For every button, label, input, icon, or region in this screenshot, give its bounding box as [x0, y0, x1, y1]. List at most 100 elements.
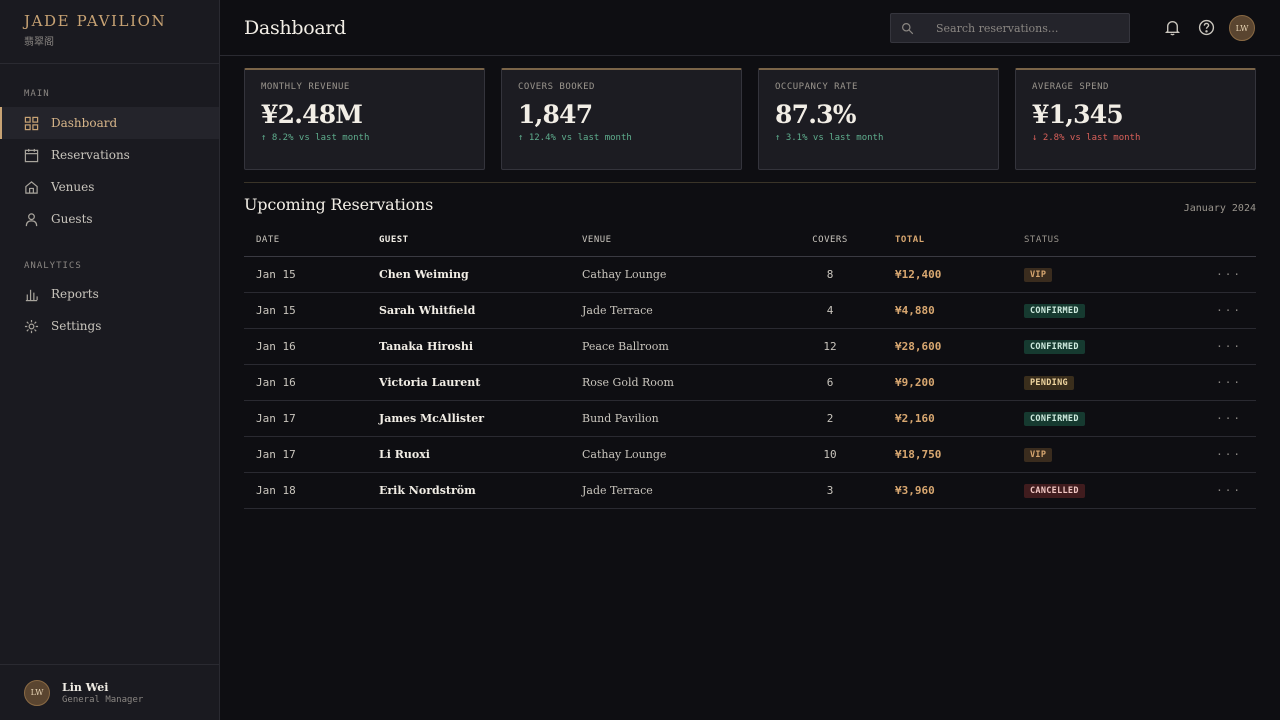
table-row[interactable]: Jan 15 Chen Weiming Cathay Lounge 8 ¥12,400 V… [244, 256, 1256, 293]
user-role: General Manager [62, 694, 144, 705]
search-input[interactable] [936, 21, 1116, 35]
table-row[interactable]: Jan 17 Li Ruoxi Cathay Lounge 10 ¥18,750 VIP ·… [244, 436, 1256, 473]
cell-venue: Peace Ballroom [582, 328, 772, 365]
section-title: Upcoming Reservations [244, 195, 434, 214]
period-label: January 2024 [1183, 203, 1256, 214]
stat-card-monthly-revenue: MONTHLY REVENUE ¥2.48M ↑ 8.2% vs last mo… [244, 68, 485, 170]
cell-venue: Cathay Lounge [582, 256, 772, 293]
cell-guest[interactable]: Sarah Whitfield [379, 292, 582, 329]
status-badge: VIP [1024, 447, 1053, 462]
cell-guest[interactable]: Erik Nordström [379, 472, 582, 509]
search-box[interactable] [890, 13, 1130, 43]
cell-date: Jan 17 [244, 436, 379, 473]
cell-venue: Rose Gold Room [582, 364, 772, 401]
sidebar-item-venues[interactable]: Venues [0, 171, 219, 203]
stat-label: COVERS BOOKED [518, 82, 595, 92]
bar-chart-icon [25, 289, 38, 301]
cell-venue: Jade Terrace [582, 472, 772, 509]
cell-status: PENDING [1024, 364, 1184, 401]
cell-covers: 10 [772, 436, 888, 473]
sidebar-item-reports[interactable]: Reports [0, 278, 219, 310]
cell-status: CANCELLED [1024, 472, 1184, 509]
cell-status: CONFIRMED [1024, 328, 1184, 365]
cell-total: ¥28,600 [888, 328, 1024, 365]
cell-venue: Jade Terrace [582, 292, 772, 329]
cell-venue: Bund Pavilion [582, 400, 772, 437]
cell-total: ¥2,160 [888, 400, 1024, 437]
stat-card-occupancy-rate: OCCUPANCY RATE 87.3% ↑ 3.1% vs last mont… [758, 68, 999, 170]
cell-guest[interactable]: Li Ruoxi [379, 436, 582, 473]
row-actions-button[interactable]: ··· [1184, 472, 1256, 509]
column-header-status[interactable]: STATUS [1024, 224, 1184, 257]
status-badge: VIP [1024, 267, 1053, 282]
cell-date: Jan 18 [244, 472, 379, 509]
table-row[interactable]: Jan 18 Erik Nordström Jade Terrace 3 ¥3,960 C… [244, 472, 1256, 509]
row-actions-button[interactable]: ··· [1184, 364, 1256, 401]
brand-subtitle: 翡翠阁 [24, 37, 54, 48]
column-header-venue[interactable]: VENUE [582, 224, 772, 257]
table-row[interactable]: Jan 15 Sarah Whitfield Jade Terrace 4 ¥4,880… [244, 292, 1256, 329]
stat-card-covers-booked: COVERS BOOKED 1,847 ↑ 12.4% vs last mont… [501, 68, 742, 170]
cell-total: ¥9,200 [888, 364, 1024, 401]
cell-total: ¥3,960 [888, 472, 1024, 509]
status-badge: PENDING [1024, 375, 1074, 390]
sidebar-item-guests[interactable]: Guests [0, 203, 219, 235]
row-actions-button[interactable]: ··· [1184, 292, 1256, 329]
grid-icon [24, 116, 39, 130]
header-avatar[interactable]: LW [1229, 15, 1255, 41]
column-header-total[interactable]: TOTAL [888, 224, 1024, 257]
brand-name: JADE PAVILION [24, 12, 167, 30]
table-header-row: DATE GUEST VENUE COVERS TOTAL STATUS [244, 224, 1256, 257]
top-header: Dashboard LW [220, 0, 1280, 56]
sidebar-item-reservations[interactable]: Reservations [0, 139, 219, 171]
help-icon[interactable] [1198, 19, 1215, 36]
stat-value: ¥1,345 [1032, 100, 1124, 129]
cell-status: VIP [1024, 436, 1184, 473]
sidebar-item-settings[interactable]: Settings [0, 310, 219, 342]
cell-guest[interactable]: James McAllister [379, 400, 582, 437]
cell-guest[interactable]: Tanaka Hiroshi [379, 328, 582, 365]
cell-covers: 6 [772, 364, 888, 401]
table-row[interactable]: Jan 16 Victoria Laurent Rose Gold Room 6 ¥9,… [244, 364, 1256, 401]
bell-icon[interactable] [1164, 19, 1181, 36]
column-header-guest[interactable]: GUEST [379, 224, 582, 257]
cell-status: VIP [1024, 256, 1184, 293]
column-header-covers[interactable]: COVERS [772, 224, 888, 257]
cell-guest[interactable]: Chen Weiming [379, 256, 582, 293]
stat-card-average-spend: AVERAGE SPEND ¥1,345 ↓ 2.8% vs last mont… [1015, 68, 1256, 170]
sidebar-item-label: Reservations [51, 148, 130, 162]
nav-section-analytics: ANALYTICS [24, 261, 82, 271]
cell-total: ¥4,880 [888, 292, 1024, 329]
sidebar-item-label: Venues [51, 180, 95, 194]
cell-covers: 4 [772, 292, 888, 329]
cell-guest[interactable]: Victoria Laurent [379, 364, 582, 401]
row-actions-button[interactable]: ··· [1184, 328, 1256, 365]
cell-covers: 8 [772, 256, 888, 293]
cell-covers: 2 [772, 400, 888, 437]
cell-status: CONFIRMED [1024, 292, 1184, 329]
status-badge: CANCELLED [1024, 483, 1085, 498]
table-row[interactable]: Jan 16 Tanaka Hiroshi Peace Ballroom 12 ¥28,… [244, 328, 1256, 365]
stat-delta: ↑ 12.4% vs last month [518, 133, 632, 143]
sidebar-item-dashboard[interactable]: Dashboard [0, 107, 219, 139]
cell-status: CONFIRMED [1024, 400, 1184, 437]
page-title: Dashboard [244, 16, 347, 39]
stat-delta: ↑ 8.2% vs last month [261, 133, 370, 143]
user-name: Lin Wei [62, 680, 109, 694]
cell-covers: 3 [772, 472, 888, 509]
row-actions-button[interactable]: ··· [1184, 436, 1256, 473]
stat-value: 87.3% [775, 100, 856, 129]
cell-covers: 12 [772, 328, 888, 365]
stat-label: AVERAGE SPEND [1032, 82, 1109, 92]
stat-value: ¥2.48M [261, 100, 363, 129]
reservations-table: DATE GUEST VENUE COVERS TOTAL STATUS Jan… [244, 224, 1256, 509]
row-actions-button[interactable]: ··· [1184, 256, 1256, 293]
column-header-date[interactable]: DATE [244, 224, 379, 257]
row-actions-button[interactable]: ··· [1184, 400, 1256, 437]
table-row[interactable]: Jan 17 James McAllister Bund Pavilion 2 ¥2,1… [244, 400, 1256, 437]
status-badge: CONFIRMED [1024, 411, 1085, 426]
status-badge: CONFIRMED [1024, 339, 1085, 354]
sidebar-item-label: Settings [51, 319, 102, 333]
cell-date: Jan 15 [244, 256, 379, 293]
sidebar-user-profile[interactable]: LW Lin Wei General Manager [0, 664, 219, 720]
